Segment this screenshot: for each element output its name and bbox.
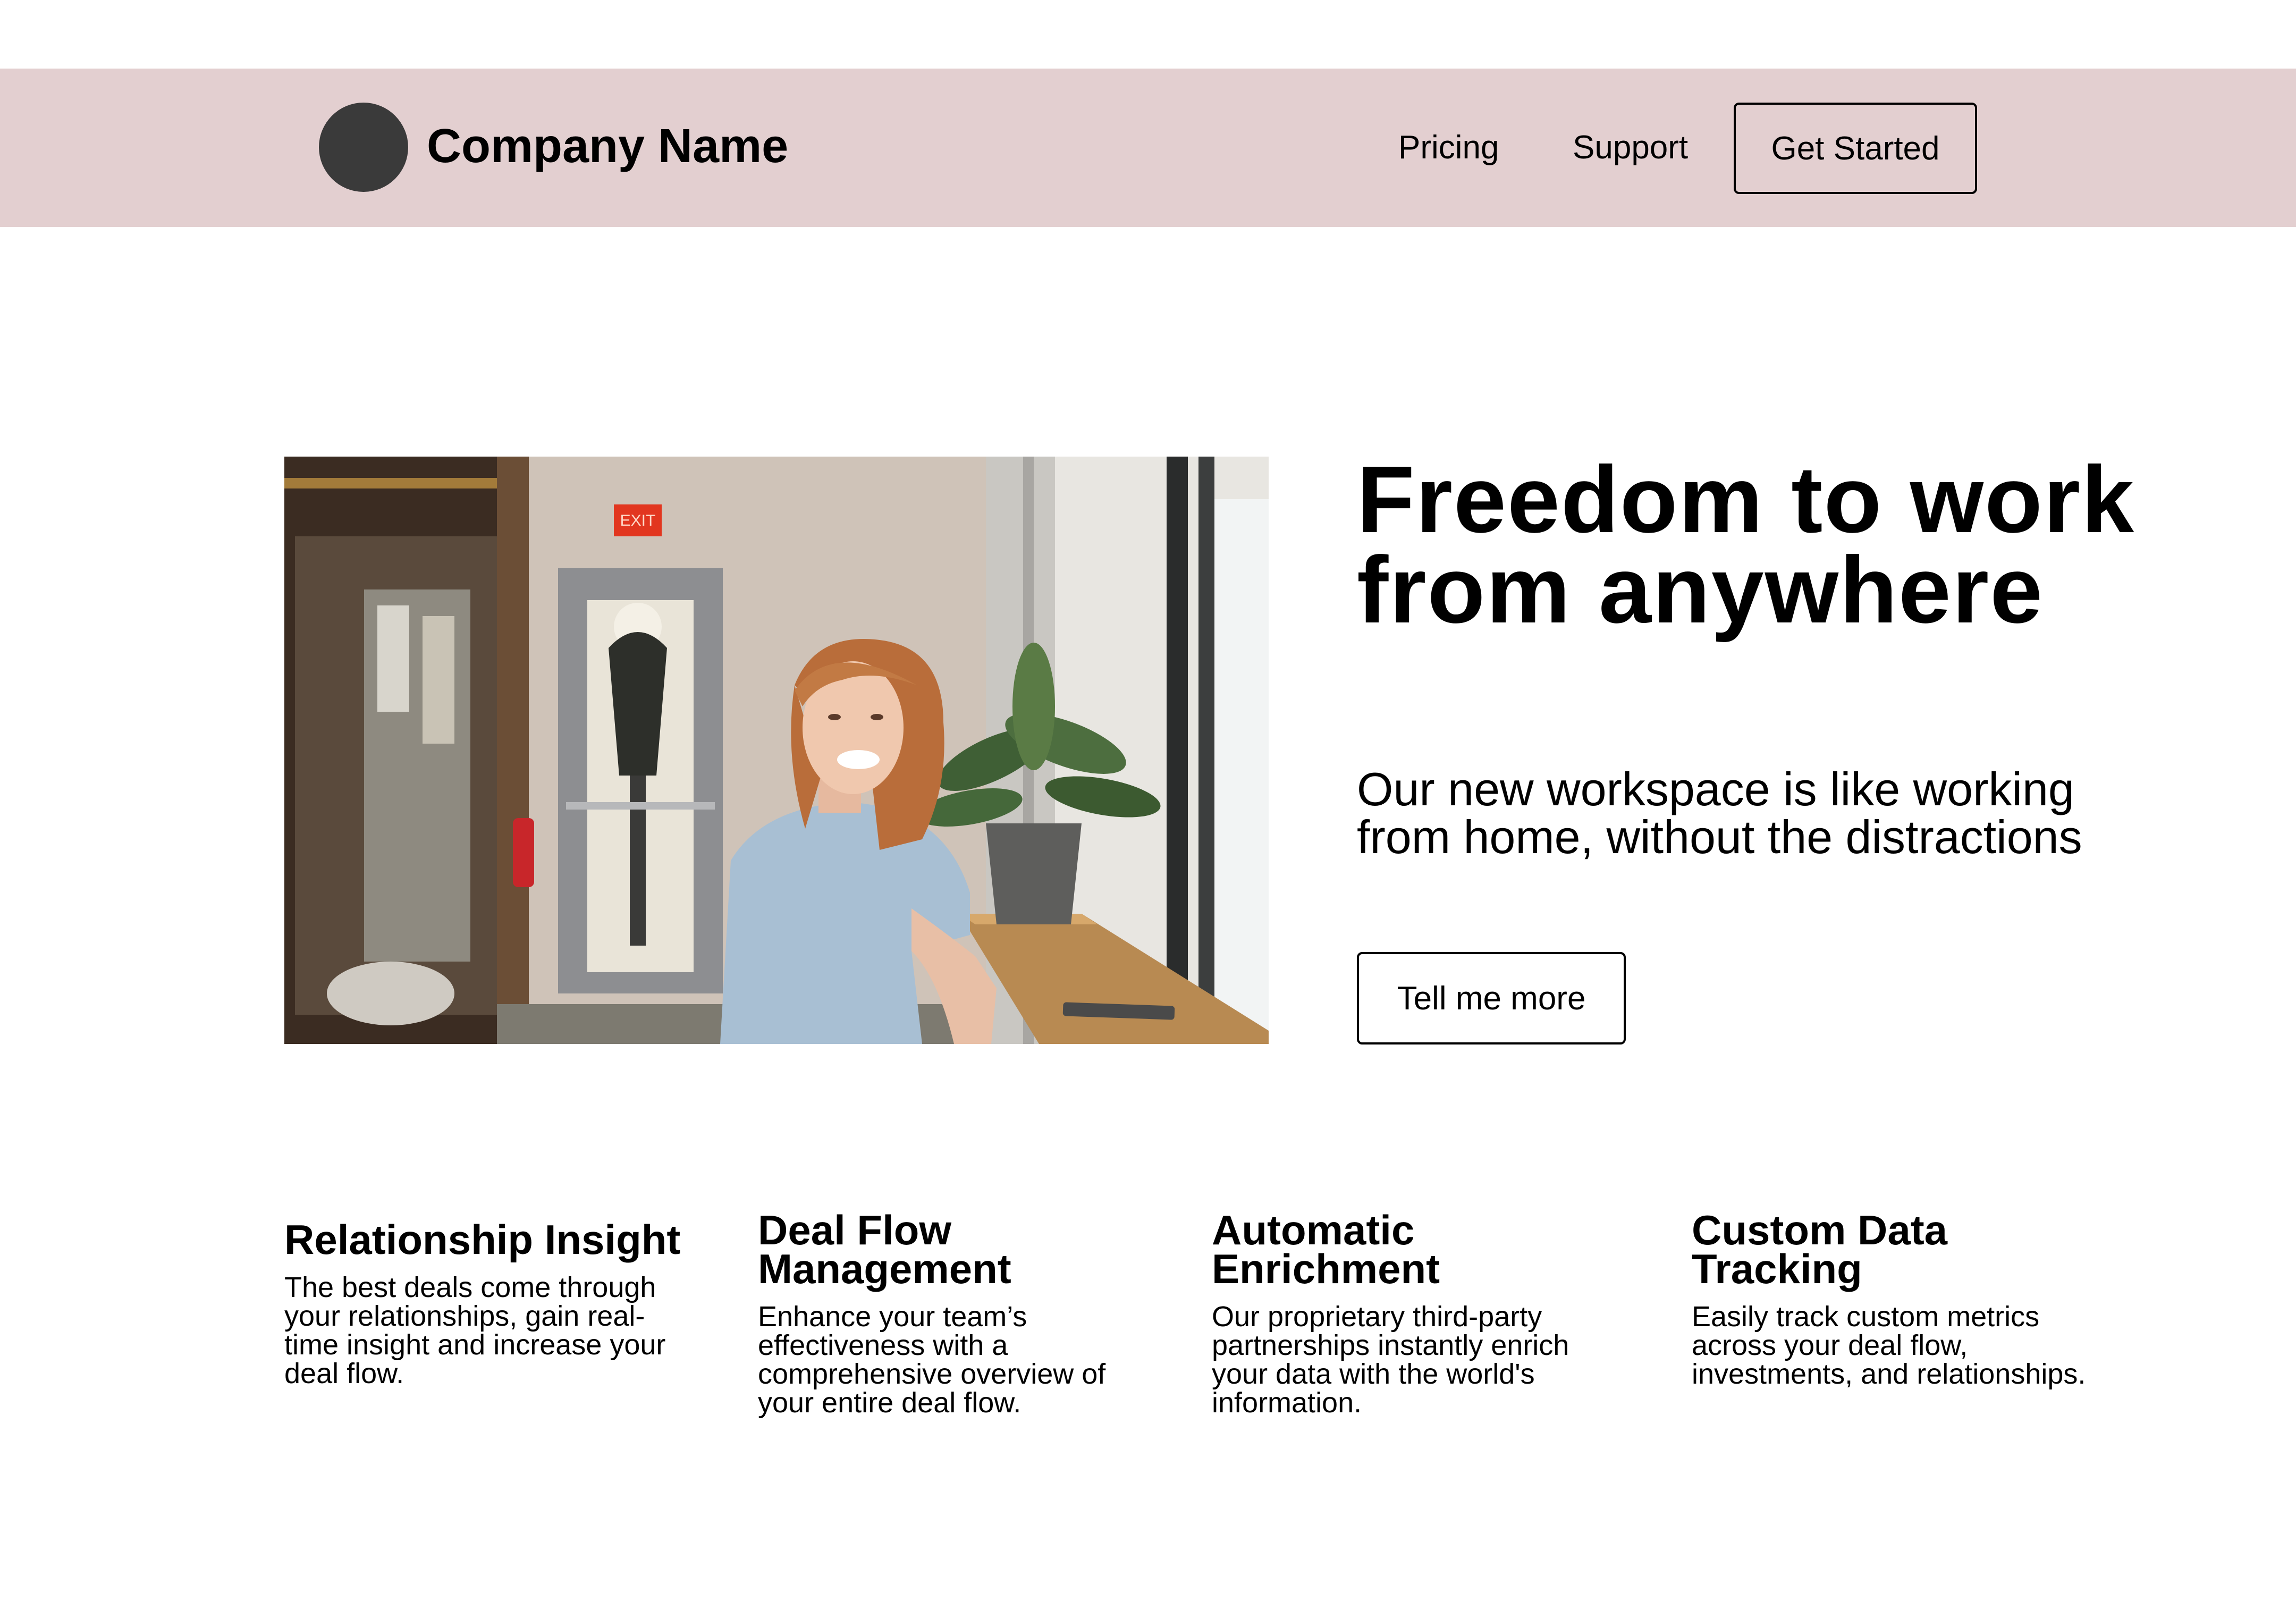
feature-description: The best deals come through your relatio… <box>284 1271 666 1389</box>
feature-title: Relationship Insight <box>284 1216 681 1263</box>
feature-description: Our proprietary third-party partnerships… <box>1212 1301 1569 1419</box>
hero-photo-illustration: EXIT <box>284 457 1269 1044</box>
feature-description: Easily track custom metrics across your … <box>1692 1301 2086 1390</box>
hero-subtitle: Our new workspace is like working from h… <box>1357 763 2082 863</box>
hero-title: Freedom to work from anywhere <box>1357 447 2135 643</box>
landing-page: Company Name Pricing Support Get Started <box>0 0 2296 1609</box>
hero-image: EXIT <box>284 457 1269 1044</box>
feature-custom-data-tracking: Custom Data Tracking Easily track custom… <box>1692 1207 2096 1390</box>
feature-deal-flow-management: Deal Flow Management Enhance your team’s… <box>758 1207 1162 1419</box>
get-started-button[interactable]: Get Started <box>1734 103 1977 194</box>
exit-sign-text: EXIT <box>620 512 656 529</box>
company-name[interactable]: Company Name <box>427 117 788 175</box>
company-logo-icon[interactable] <box>319 103 408 192</box>
nav-link-support[interactable]: Support <box>1573 128 1688 167</box>
feature-title: Automatic Enrichment <box>1212 1207 1440 1292</box>
feature-title: Deal Flow Management <box>758 1207 1011 1292</box>
feature-relationship-insight: Relationship Insight The best deals come… <box>284 1216 688 1389</box>
feature-automatic-enrichment: Automatic Enrichment Our proprietary thi… <box>1212 1207 1616 1419</box>
feature-title: Custom Data Tracking <box>1692 1207 1948 1292</box>
feature-description: Enhance your team’s effectiveness with a… <box>758 1301 1106 1419</box>
tell-me-more-button[interactable]: Tell me more <box>1357 952 1626 1044</box>
nav-link-pricing[interactable]: Pricing <box>1398 128 1499 167</box>
